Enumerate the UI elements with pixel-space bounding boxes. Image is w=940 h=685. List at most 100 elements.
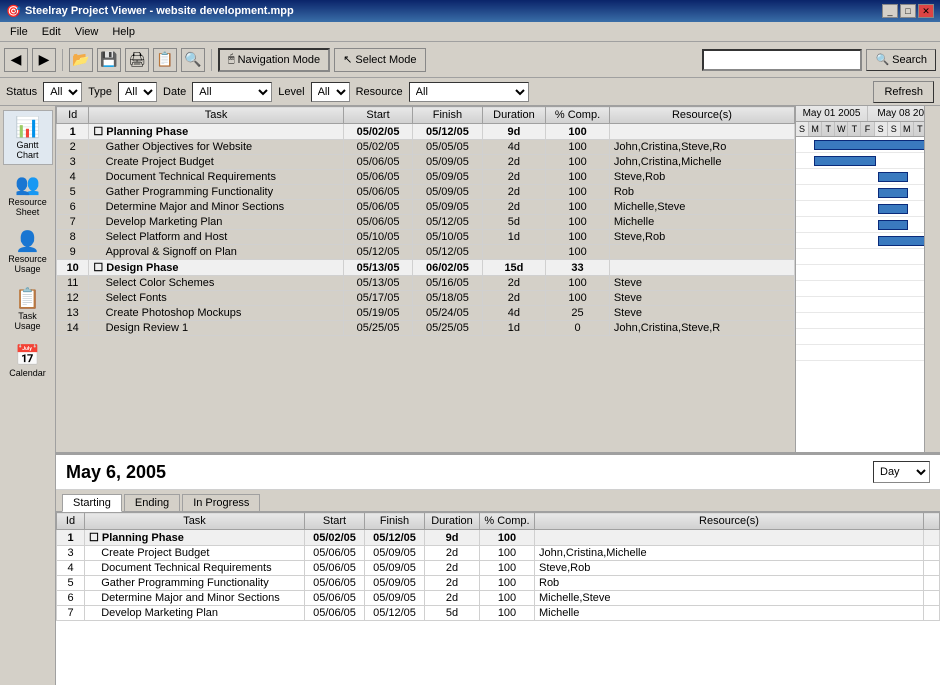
bottom-table-row[interactable]: 4 Document Technical Requirements 05/06/… xyxy=(57,561,940,576)
table-row[interactable]: 9 Approval & Signoff on Plan 05/12/05 05… xyxy=(57,245,795,260)
table-row[interactable]: 5 Gather Programming Functionality 05/06… xyxy=(57,185,795,200)
find-button[interactable]: 🔍 xyxy=(181,48,205,72)
resource-usage-icon: 👤 xyxy=(15,229,40,254)
table-row[interactable]: 12 Select Fonts 05/17/05 05/18/05 2d 100… xyxy=(57,291,795,306)
sidebar-item-resource-usage[interactable]: 👤 ResourceUsage xyxy=(3,224,53,279)
bt-cell-resource: Rob xyxy=(535,576,924,591)
cell-id: 6 xyxy=(57,200,89,215)
level-select[interactable]: All xyxy=(311,82,350,102)
bottom-table-row[interactable]: 7 Develop Marketing Plan 05/06/05 05/12/… xyxy=(57,606,940,621)
search-button[interactable]: 🔍 Search xyxy=(866,49,936,71)
cell-resource xyxy=(609,260,794,276)
table-row[interactable]: 8 Select Platform and Host 05/10/05 05/1… xyxy=(57,230,795,245)
cell-resource: Steve xyxy=(609,306,794,321)
bt-cell-id: 1 xyxy=(57,530,85,546)
cell-task: Gather Objectives for Website xyxy=(89,140,343,155)
bt-cell-task: Develop Marketing Plan xyxy=(85,606,305,621)
bt-cell-task: Gather Programming Functionality xyxy=(85,576,305,591)
cell-resource: Steve xyxy=(609,291,794,306)
cell-task: Gather Programming Functionality xyxy=(89,185,343,200)
table-row[interactable]: 11 Select Color Schemes 05/13/05 05/16/0… xyxy=(57,276,795,291)
task-table-container: Id Task Start Finish Duration % Comp. Re… xyxy=(56,106,796,452)
forward-button[interactable]: ▶ xyxy=(32,48,56,72)
app-icon: 🎯 xyxy=(6,4,21,18)
table-row[interactable]: 4 Document Technical Requirements 05/06/… xyxy=(57,170,795,185)
bottom-table-row[interactable]: 1 ☐ Planning Phase 05/02/05 05/12/05 9d … xyxy=(57,530,940,546)
cell-id: 1 xyxy=(57,124,89,140)
col-header-start: Start xyxy=(343,107,412,124)
table-row[interactable]: 2 Gather Objectives for Website 05/02/05… xyxy=(57,140,795,155)
table-row[interactable]: 6 Determine Major and Minor Sections 05/… xyxy=(57,200,795,215)
status-select[interactable]: All xyxy=(43,82,82,102)
menu-file[interactable]: File xyxy=(4,25,34,39)
back-button[interactable]: ◀ xyxy=(4,48,28,72)
minimize-button[interactable]: _ xyxy=(882,4,898,18)
table-row[interactable]: 3 Create Project Budget 05/06/05 05/09/0… xyxy=(57,155,795,170)
sidebar-item-gantt-chart[interactable]: 📊 GanttChart xyxy=(3,110,53,165)
cell-task: Select Platform and Host xyxy=(89,230,343,245)
gantt-row-divider xyxy=(796,232,940,233)
gantt-bar xyxy=(878,220,908,230)
bottom-table-row[interactable]: 5 Gather Programming Functionality 05/06… xyxy=(57,576,940,591)
cell-start: 05/06/05 xyxy=(343,155,412,170)
save-button[interactable]: 💾 xyxy=(97,48,121,72)
bt-col-finish: Finish xyxy=(365,513,425,530)
copy-button[interactable]: 📋 xyxy=(153,48,177,72)
print-button[interactable]: 🖨 xyxy=(125,48,149,72)
select-mode-button[interactable]: ↖ Select Mode xyxy=(334,48,425,72)
bt-cell-resource: Michelle xyxy=(535,606,924,621)
table-row[interactable]: 1 ☐ Planning Phase 05/02/05 05/12/05 9d … xyxy=(57,124,795,140)
bt-cell-start: 05/06/05 xyxy=(305,606,365,621)
gantt-day-s2: S xyxy=(875,122,888,136)
bt-cell-id: 5 xyxy=(57,576,85,591)
table-row[interactable]: 7 Develop Marketing Plan 05/06/05 05/12/… xyxy=(57,215,795,230)
gantt-row-divider xyxy=(796,360,940,361)
cell-start: 05/02/05 xyxy=(343,140,412,155)
table-row[interactable]: 13 Create Photoshop Mockups 05/19/05 05/… xyxy=(57,306,795,321)
cell-duration: 5d xyxy=(482,215,546,230)
nav-mode-label: Navigation Mode xyxy=(238,54,321,66)
resource-sheet-icon: 👥 xyxy=(15,172,40,197)
type-select[interactable]: All xyxy=(118,82,157,102)
sidebar-item-resource-sheet[interactable]: 👥 ResourceSheet xyxy=(3,167,53,222)
cell-finish: 05/24/05 xyxy=(413,306,482,321)
bt-cell-resource: John,Cristina,Michelle xyxy=(535,546,924,561)
resource-select[interactable]: All xyxy=(409,82,529,102)
menu-bar: File Edit View Help xyxy=(0,22,940,42)
sidebar-item-task-usage[interactable]: 📋 TaskUsage xyxy=(3,281,53,336)
maximize-button[interactable]: □ xyxy=(900,4,916,18)
sidebar-item-calendar[interactable]: 📅 Calendar xyxy=(3,338,53,383)
bt-cell-resource xyxy=(535,530,924,546)
table-row[interactable]: 10 ☐ Design Phase 05/13/05 06/02/05 15d … xyxy=(57,260,795,276)
cell-start: 05/25/05 xyxy=(343,321,412,336)
navigation-mode-button[interactable]: 🖱 Navigation Mode xyxy=(218,48,330,72)
bt-cell-pcomp: 100 xyxy=(480,606,535,621)
menu-edit[interactable]: Edit xyxy=(36,25,67,39)
tab-ending[interactable]: Ending xyxy=(124,494,180,511)
search-input[interactable] xyxy=(702,49,862,71)
tab-starting[interactable]: Starting xyxy=(62,494,122,512)
open-button[interactable]: 📂 xyxy=(69,48,93,72)
gantt-day-t1: T xyxy=(822,122,835,136)
close-button[interactable]: ✕ xyxy=(918,4,934,18)
bottom-table-row[interactable]: 3 Create Project Budget 05/06/05 05/09/0… xyxy=(57,546,940,561)
bt-cell-task: Document Technical Requirements xyxy=(85,561,305,576)
cell-finish: 06/02/05 xyxy=(413,260,482,276)
gantt-week-1: May 01 2005 xyxy=(796,106,868,121)
menu-help[interactable]: Help xyxy=(106,25,141,39)
day-select[interactable]: Day Week Month xyxy=(873,461,930,483)
type-label: Type xyxy=(88,86,112,98)
tab-in-progress[interactable]: In Progress xyxy=(182,494,260,511)
cell-finish: 05/12/05 xyxy=(413,215,482,230)
cell-id: 4 xyxy=(57,170,89,185)
refresh-button[interactable]: Refresh xyxy=(873,81,934,103)
menu-view[interactable]: View xyxy=(69,25,105,39)
cell-task: Select Color Schemes xyxy=(89,276,343,291)
cell-id: 5 xyxy=(57,185,89,200)
bottom-table-row[interactable]: 6 Determine Major and Minor Sections 05/… xyxy=(57,591,940,606)
gantt-vscrollbar[interactable] xyxy=(924,106,940,452)
date-select[interactable]: All xyxy=(192,82,272,102)
status-label: Status xyxy=(6,86,37,98)
table-row[interactable]: 14 Design Review 1 05/25/05 05/25/05 1d … xyxy=(57,321,795,336)
bt-col-resource: Resource(s) xyxy=(535,513,924,530)
